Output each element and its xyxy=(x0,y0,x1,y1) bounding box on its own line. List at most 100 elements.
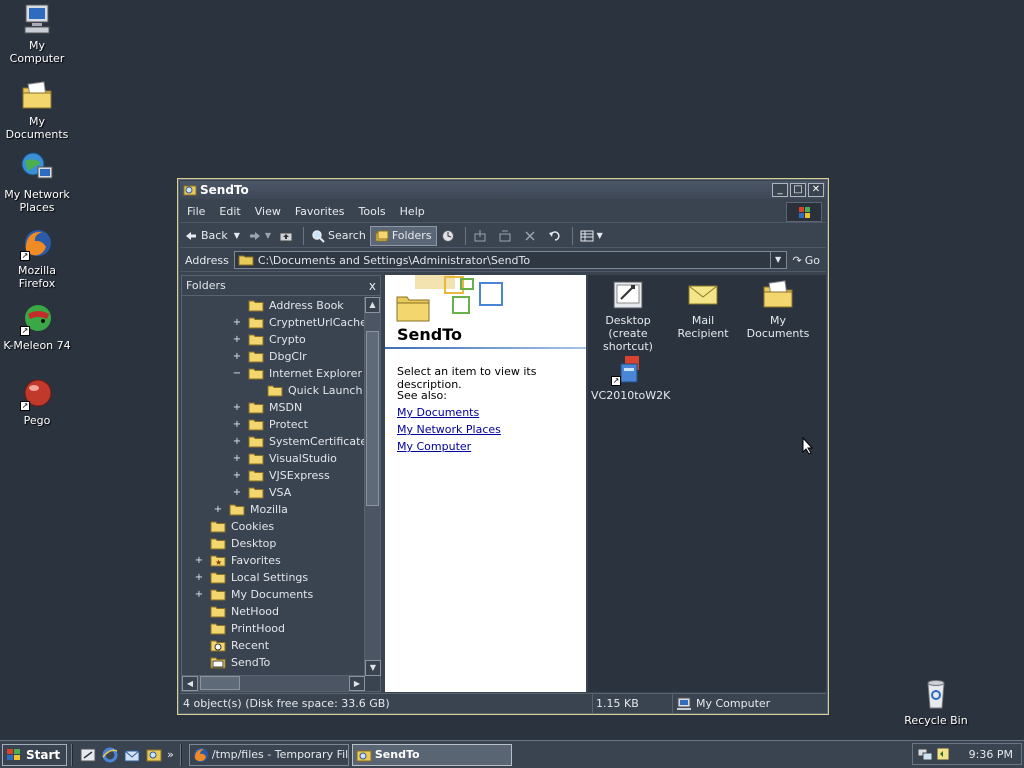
maximize-button[interactable]: □ xyxy=(790,183,806,197)
start-button[interactable]: Start xyxy=(2,743,68,766)
expand-icon[interactable]: + xyxy=(232,470,242,481)
expand-icon[interactable]: + xyxy=(194,555,204,566)
tree-item[interactable]: + VJSExpress xyxy=(232,467,330,484)
link-my-network-places[interactable]: My Network Places xyxy=(397,423,501,436)
minimize-button[interactable]: _ xyxy=(772,183,788,197)
views-button[interactable]: ▼ xyxy=(576,226,607,246)
status-zone-label: My Computer xyxy=(696,696,771,710)
desktop-icon-my-computer[interactable]: My Computer xyxy=(0,2,74,65)
expand-icon[interactable]: + xyxy=(232,334,242,345)
expand-icon[interactable]: + xyxy=(232,317,242,328)
menu-favorites[interactable]: Favorites xyxy=(288,205,352,218)
menu-help[interactable]: Help xyxy=(393,205,432,218)
address-dropdown-icon[interactable]: ▼ xyxy=(769,252,786,268)
tree-item[interactable]: Quick Launch xyxy=(251,382,362,399)
desktop-icon-label: My Network Places xyxy=(4,188,70,214)
tree-item[interactable]: + Local Settings xyxy=(194,569,308,586)
tree-item[interactable]: + VisualStudio xyxy=(232,450,337,467)
scroll-up-arrow-icon[interactable]: ▲ xyxy=(365,297,380,313)
expand-icon[interactable]: + xyxy=(232,351,242,362)
desktop-icon-my-documents[interactable]: My Documents xyxy=(0,78,74,141)
tree-item[interactable]: NetHood xyxy=(194,603,279,620)
desktop-icon-k-meleon[interactable]: ↗ K-Meleon 74 xyxy=(0,302,74,352)
tree-item[interactable]: PrintHood xyxy=(194,620,285,637)
expand-icon[interactable]: + xyxy=(232,402,242,413)
tree-item[interactable]: Recent xyxy=(194,637,269,654)
go-button[interactable]: ↷ Go xyxy=(787,254,826,267)
link-my-documents[interactable]: My Documents xyxy=(397,406,479,419)
tree-item[interactable]: + Mozilla xyxy=(213,501,288,518)
copy-to-button[interactable] xyxy=(494,226,519,246)
task-button-firefox[interactable]: /tmp/files - Temporary Fil... xyxy=(188,743,349,766)
show-desktop-icon[interactable] xyxy=(79,746,97,764)
close-button[interactable]: ✕ xyxy=(808,183,824,197)
undo-button[interactable] xyxy=(544,226,569,246)
desktop-icon-pego[interactable]: ↗ Pego xyxy=(0,377,74,427)
expand-icon[interactable]: + xyxy=(194,589,204,600)
back-label: Back xyxy=(201,229,228,242)
title-bar[interactable]: SendTo _ □ ✕ xyxy=(180,181,826,199)
expand-icon[interactable]: + xyxy=(232,487,242,498)
scroll-right-arrow-icon[interactable]: ▶ xyxy=(349,676,365,691)
address-input[interactable]: C:\Documents and Settings\Administrator\… xyxy=(233,251,787,269)
menu-view[interactable]: View xyxy=(248,205,288,218)
internet-explorer-icon[interactable] xyxy=(101,746,119,764)
tree-item[interactable]: + SystemCertificates xyxy=(232,433,365,450)
expand-icon[interactable]: + xyxy=(213,504,223,515)
folders-button[interactable]: Folders xyxy=(369,225,437,246)
tree-item[interactable]: + Protect xyxy=(232,416,308,433)
tree-item[interactable]: + DbgClr xyxy=(232,348,307,365)
tree-item[interactable]: Address Book xyxy=(232,297,344,314)
network-tray-icon[interactable] xyxy=(917,746,933,762)
scroll-down-arrow-icon[interactable]: ▼ xyxy=(365,660,381,676)
desktop-shortcut-icon xyxy=(611,279,645,311)
expand-icon[interactable]: + xyxy=(194,572,204,583)
up-folder-button[interactable] xyxy=(275,226,300,246)
chevron-down-icon[interactable]: ▼ xyxy=(265,231,271,240)
tree-item[interactable]: − Internet Explorer xyxy=(232,365,362,382)
quick-launch-overflow-icon[interactable]: » xyxy=(167,748,174,761)
volume-tray-icon[interactable] xyxy=(935,746,951,762)
scroll-left-arrow-icon[interactable]: ◀ xyxy=(182,676,198,691)
tree-item[interactable]: + CryptnetUrlCache xyxy=(232,314,365,331)
tree-item[interactable]: SendTo xyxy=(194,654,270,671)
forward-button[interactable]: ▼ xyxy=(244,226,275,246)
explorer-search-icon[interactable] xyxy=(145,746,163,764)
search-button[interactable]: Search xyxy=(307,226,370,246)
desktop-icon-mozilla-firefox[interactable]: ↗ Mozilla Firefox xyxy=(0,227,74,290)
file-item-desktop-shortcut[interactable]: Desktop (create shortcut) xyxy=(591,279,665,353)
file-item-vc2010tow2k[interactable]: ↗ VC2010toW2K xyxy=(591,354,670,402)
delete-button[interactable] xyxy=(519,226,544,246)
menu-tools[interactable]: Tools xyxy=(352,205,393,218)
expand-icon[interactable]: + xyxy=(232,419,242,430)
tree-item[interactable]: Cookies xyxy=(194,518,274,535)
expand-icon[interactable]: + xyxy=(232,453,242,464)
move-to-button[interactable] xyxy=(469,226,494,246)
scroll-thumb[interactable] xyxy=(366,331,379,506)
tree-item[interactable]: + MSDN xyxy=(232,399,302,416)
task-button-sendto[interactable]: SendTo xyxy=(351,743,512,766)
chevron-down-icon[interactable]: ▼ xyxy=(597,231,603,240)
link-my-computer[interactable]: My Computer xyxy=(397,440,471,453)
horizontal-scroll-thumb[interactable] xyxy=(200,676,240,690)
tree-item[interactable]: + VSA xyxy=(232,484,291,501)
horizontal-scrollbar[interactable]: ◀ ▶ xyxy=(182,675,365,691)
outlook-express-icon[interactable] xyxy=(123,746,141,764)
desktop-icon-my-network-places[interactable]: My Network Places xyxy=(0,151,74,214)
file-item-my-documents[interactable]: My Documents xyxy=(741,279,815,340)
close-icon[interactable]: x xyxy=(369,276,376,296)
collapse-icon[interactable]: − xyxy=(232,368,242,379)
tree-item[interactable]: + Crypto xyxy=(232,331,306,348)
chevron-down-icon[interactable]: ▼ xyxy=(234,231,240,240)
expand-icon[interactable]: + xyxy=(232,436,242,447)
file-item-mail-recipient[interactable]: Mail Recipient xyxy=(666,279,740,340)
back-button[interactable]: Back ▼ xyxy=(180,226,244,246)
vertical-scrollbar[interactable]: ▲ ▼ xyxy=(364,297,381,676)
desktop-icon-recycle-bin[interactable]: Recycle Bin xyxy=(899,677,973,727)
tree-item[interactable]: Desktop xyxy=(194,535,276,552)
tree-item[interactable]: + ★ Favorites xyxy=(194,552,281,569)
menu-file[interactable]: File xyxy=(180,205,212,218)
menu-edit[interactable]: Edit xyxy=(212,205,247,218)
history-button[interactable] xyxy=(437,226,462,246)
tree-item[interactable]: + My Documents xyxy=(194,586,313,603)
